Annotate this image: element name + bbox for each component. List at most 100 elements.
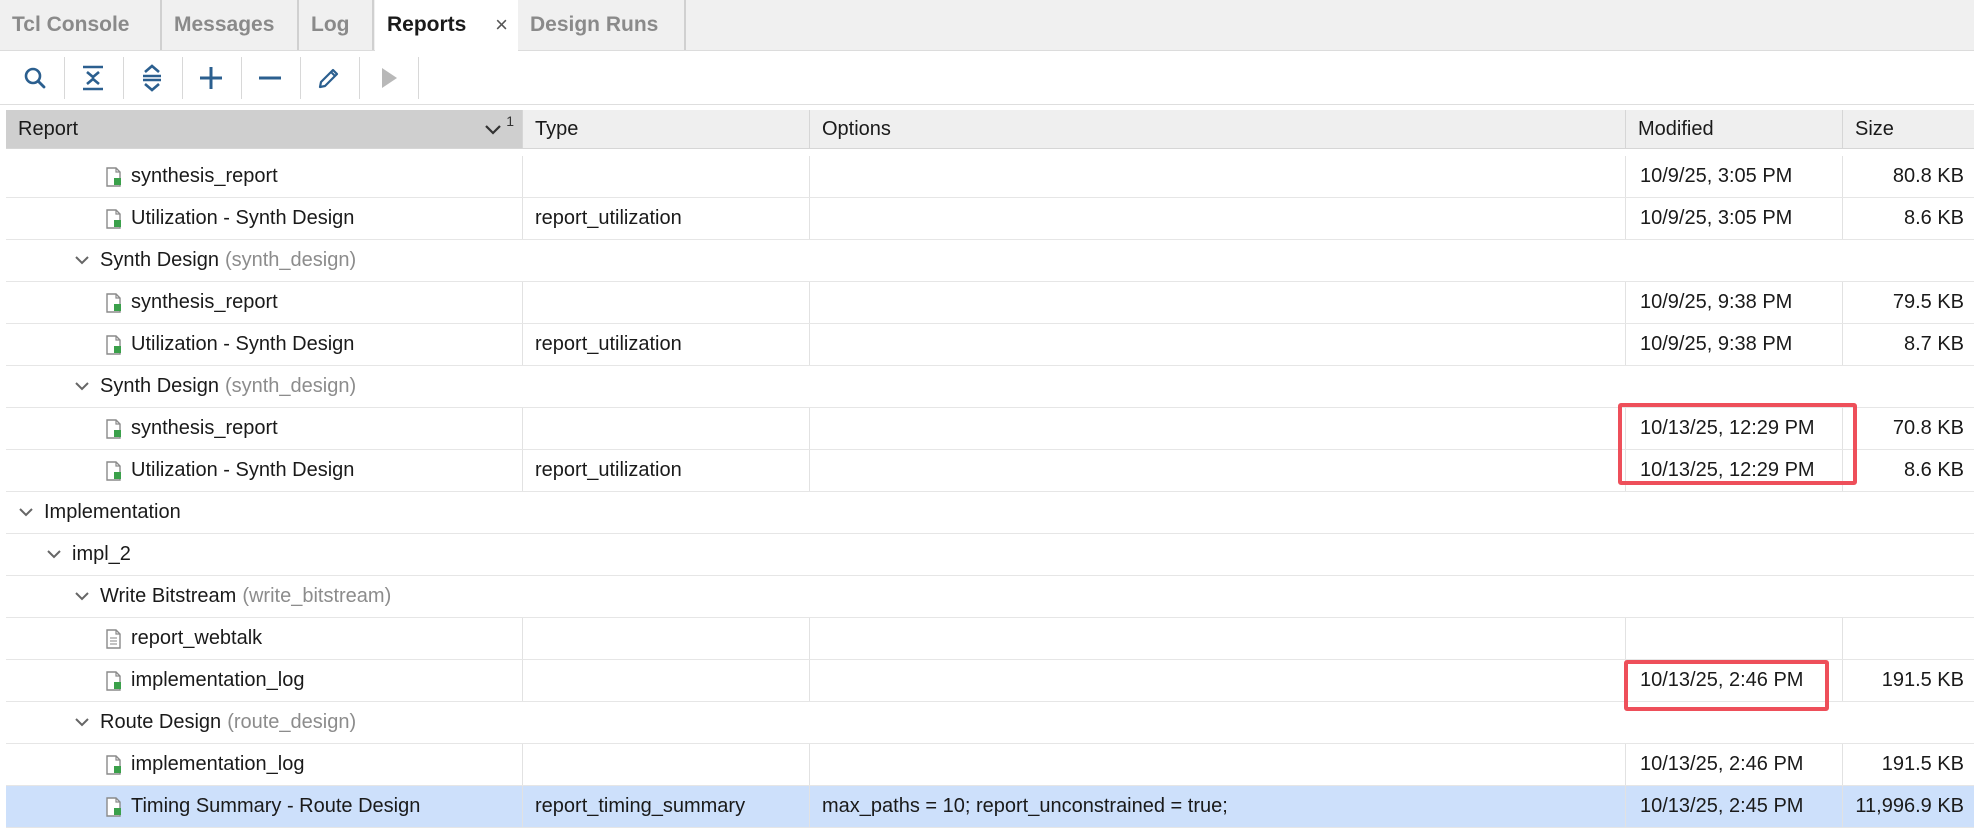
search-button[interactable]	[15, 59, 55, 97]
expand-toggle[interactable]	[72, 255, 92, 266]
report-cell: synthesis_report	[6, 156, 523, 197]
column-header-modified[interactable]: Modified	[1626, 110, 1843, 148]
tab-label: Tcl Console	[12, 13, 130, 36]
report-cell: implementation_log	[6, 744, 523, 785]
tab-label: Design Runs	[530, 13, 659, 36]
chevron-down-icon[interactable]	[46, 549, 62, 560]
size-cell: 70.8 KB	[1892, 417, 1964, 439]
report-name: synthesis_report	[131, 291, 278, 313]
report-file-icon	[106, 418, 121, 439]
column-header-options[interactable]: Options	[810, 110, 1626, 148]
expand-toggle[interactable]	[72, 717, 92, 728]
modified-cell: 10/13/25, 12:29 PM	[1626, 408, 1843, 449]
expand-toggle[interactable]	[16, 507, 36, 518]
size-cell: 191.5 KB	[1881, 669, 1964, 691]
size-cell: 79.5 KB	[1892, 291, 1964, 313]
options-cell	[810, 408, 1626, 449]
options-cell: max_paths = 10; report_unconstrained = t…	[810, 786, 1626, 827]
report-file-icon	[106, 796, 121, 817]
report-cell: synthesis_report	[6, 408, 523, 449]
report-file-icon	[106, 166, 121, 187]
options-cell	[810, 744, 1626, 785]
table-row[interactable]: implementation_log 10/13/25, 2:46 PM 191.5…	[6, 744, 1974, 786]
report-name: Timing Summary - Route Design	[131, 795, 421, 817]
type-cell: report_utilization	[523, 450, 810, 491]
tab-bar: Tcl Console Messages Log Reports × Desig…	[0, 0, 1974, 51]
remove-button[interactable]	[250, 59, 290, 97]
search-icon	[24, 67, 46, 89]
edit-button[interactable]	[309, 59, 349, 97]
type-cell: report_timing_summary	[523, 786, 810, 827]
chevron-down-icon[interactable]	[74, 381, 90, 392]
tree-group-row[interactable]: Synth Design (synth_design)	[6, 240, 1974, 282]
collapse-all-icon	[83, 65, 103, 91]
table-row[interactable]: Utilization - Synth Design report_utiliza…	[6, 450, 1974, 492]
modified-cell: 10/9/25, 3:05 PM	[1626, 198, 1843, 239]
table-row[interactable]: synthesis_report 10/9/25, 9:38 PM 79.5 KB	[6, 282, 1974, 324]
table-row[interactable]: synthesis_report 10/9/25, 3:05 PM 80.8 KB	[6, 156, 1974, 198]
type-cell: report_utilization	[523, 324, 810, 365]
step-name: (route_design)	[227, 711, 357, 733]
table-row[interactable]: Utilization - Synth Design report_utiliza…	[6, 324, 1974, 366]
type-cell	[523, 618, 810, 659]
table-row[interactable]: Utilization - Synth Design report_utiliza…	[6, 198, 1974, 240]
tab-tcl-console[interactable]: Tcl Console	[0, 0, 162, 50]
options-cell	[810, 198, 1626, 239]
report-name: implementation_log	[131, 669, 305, 691]
report-cell: Implementation	[6, 492, 523, 533]
options-cell	[810, 156, 1626, 197]
tab-label: Messages	[174, 13, 275, 36]
table-row[interactable]: implementation_log 10/13/25, 2:46 PM 191.5…	[6, 660, 1974, 702]
expand-toggle[interactable]	[72, 381, 92, 392]
tab-messages[interactable]: Messages	[162, 0, 299, 50]
table-row[interactable]: Timing Summary - Route Design report_timi…	[6, 786, 1974, 828]
modified-cell: 10/9/25, 3:05 PM	[1626, 156, 1843, 197]
column-header-size[interactable]: Size	[1843, 110, 1974, 148]
modified-cell: 10/13/25, 2:46 PM	[1626, 744, 1843, 785]
size-cell: 8.6 KB	[1903, 207, 1964, 229]
options-cell	[810, 450, 1626, 491]
table-header: Report 1 Type Options Modified Size	[6, 110, 1974, 149]
run-button[interactable]	[368, 59, 408, 97]
report-name: Synth Design	[100, 249, 219, 271]
type-cell	[523, 282, 810, 323]
expand-all-button[interactable]	[132, 59, 172, 97]
tree-group-row[interactable]: Implementation	[6, 492, 1974, 534]
tab-log[interactable]: Log	[299, 0, 374, 50]
chevron-down-icon[interactable]	[18, 507, 34, 518]
expand-toggle[interactable]	[72, 591, 92, 602]
report-name: synthesis_report	[131, 417, 278, 439]
report-cell: Utilization - Synth Design	[6, 198, 523, 239]
toolbar	[0, 51, 1974, 105]
run-icon	[382, 68, 397, 88]
report-file-icon	[106, 460, 121, 481]
tree-group-row[interactable]: impl_2	[6, 534, 1974, 576]
report-file-icon	[106, 754, 121, 775]
edit-icon	[318, 68, 339, 89]
modified-cell: 10/9/25, 9:38 PM	[1626, 324, 1843, 365]
table-row[interactable]: synthesis_report 10/13/25, 12:29 PM 70.8 K…	[6, 408, 1974, 450]
report-cell: Utilization - Synth Design	[6, 450, 523, 491]
step-name: (write_bitstream)	[242, 585, 392, 607]
size-cell	[1843, 618, 1974, 659]
tab-reports[interactable]: Reports ×	[375, 0, 518, 51]
report-file-icon	[106, 670, 121, 691]
report-name: report_webtalk	[131, 627, 263, 649]
chevron-down-icon[interactable]	[74, 717, 90, 728]
collapse-all-button[interactable]	[73, 59, 113, 97]
expand-toggle[interactable]	[44, 549, 64, 560]
tree-group-row[interactable]: Synth Design (synth_design)	[6, 366, 1974, 408]
add-button[interactable]	[191, 59, 231, 97]
tree-group-row[interactable]: Write Bitstream (write_bitstream)	[6, 576, 1974, 618]
column-header-type[interactable]: Type	[523, 110, 810, 148]
close-icon[interactable]: ×	[495, 0, 508, 50]
chevron-down-icon[interactable]	[74, 255, 90, 266]
add-icon	[200, 67, 222, 89]
chevron-down-icon[interactable]	[74, 591, 90, 602]
table-row[interactable]: report_webtalk	[6, 618, 1974, 660]
tab-design-runs[interactable]: Design Runs	[518, 0, 686, 50]
report-name: Utilization - Synth Design	[131, 207, 355, 229]
tree-group-row[interactable]: Route Design (route_design)	[6, 702, 1974, 744]
document-icon	[106, 628, 121, 649]
column-header-report[interactable]: Report 1	[6, 110, 523, 148]
